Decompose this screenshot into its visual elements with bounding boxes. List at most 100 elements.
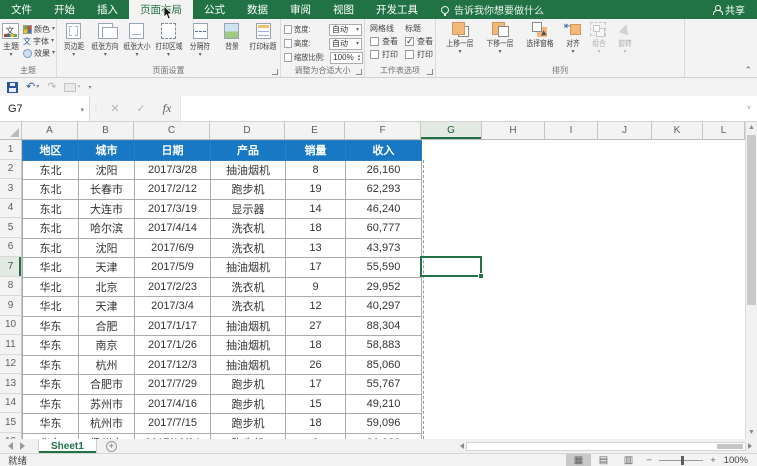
height-field[interactable]: 自动▾ (329, 38, 362, 50)
page-break-view-button[interactable]: ▥ (616, 454, 641, 466)
cell[interactable]: 49,210 (346, 394, 422, 414)
dialog-launcher-icon[interactable] (356, 69, 362, 75)
cell[interactable]: 43,973 (346, 238, 422, 258)
row-header-2[interactable]: 2 (0, 160, 21, 180)
cell[interactable]: 2017/12/3 (135, 355, 211, 375)
enter-formula-button[interactable]: ✓ (128, 96, 154, 121)
sheet-tab-sheet1[interactable]: Sheet1 (38, 439, 97, 453)
scroll-right-icon[interactable] (748, 443, 752, 449)
cell[interactable]: 沈阳 (79, 160, 135, 180)
cell[interactable]: 华北 (23, 297, 79, 317)
cell[interactable]: 洗衣机 (211, 297, 286, 317)
cell[interactable]: 27 (286, 316, 346, 336)
page-layout-view-button[interactable]: ▤ (591, 454, 616, 466)
cell[interactable]: 华东 (23, 316, 79, 336)
cell[interactable]: 8 (286, 160, 346, 180)
cell[interactable]: 40,297 (346, 297, 422, 317)
cell[interactable]: 合肥市 (79, 375, 135, 395)
cell[interactable]: 华东 (23, 394, 79, 414)
cell[interactable]: 2017/7/29 (135, 375, 211, 395)
header-cell[interactable]: 日期 (135, 141, 211, 161)
button-size[interactable]: 纸张大小▾ (121, 19, 153, 65)
ribbon-tab-6[interactable]: 数据 (236, 0, 279, 19)
header-cell[interactable]: 城市 (79, 141, 135, 161)
cell[interactable]: 华东 (23, 355, 79, 375)
ribbon-tab-3[interactable]: 插入 (86, 0, 129, 19)
zoom-in-button[interactable]: + (705, 455, 721, 466)
save-button[interactable] (7, 82, 18, 93)
expand-formula-bar-button[interactable]: ˅ (741, 96, 757, 121)
button-selection-pane[interactable]: 选择窗格 (520, 22, 560, 65)
cell[interactable]: 沈阳 (79, 238, 135, 258)
cell[interactable]: 东北 (23, 199, 79, 219)
column-header-B[interactable]: B (78, 122, 134, 139)
cell[interactable]: 18 (286, 414, 346, 434)
cell[interactable]: 55,767 (346, 375, 422, 395)
ribbon-tab-5[interactable]: 公式 (193, 0, 236, 19)
ribbon-tab-9[interactable]: 开发工具 (365, 0, 429, 19)
cell[interactable]: 华北 (23, 258, 79, 278)
cell[interactable]: 88,304 (346, 316, 422, 336)
collapse-ribbon-button[interactable]: ⌃ (744, 66, 752, 75)
cell[interactable]: 17 (286, 258, 346, 278)
ribbon-tab-8[interactable]: 视图 (322, 0, 365, 19)
cell[interactable]: 洗衣机 (211, 238, 286, 258)
ribbon-tab-7[interactable]: 审阅 (279, 0, 322, 19)
horizontal-scroll-thumb[interactable] (717, 444, 743, 449)
zoom-level[interactable]: 100% (721, 455, 757, 466)
column-header-F[interactable]: F (345, 122, 421, 139)
vertical-scroll-thumb[interactable] (747, 135, 756, 305)
cell[interactable]: 东北 (23, 160, 79, 180)
scale-field[interactable]: 100%▴▾ (330, 52, 363, 64)
formula-input[interactable] (180, 96, 741, 121)
header-cell[interactable]: 地区 (23, 141, 79, 161)
cell[interactable]: 抽油烟机 (211, 258, 286, 278)
row-header-10[interactable]: 10 (0, 316, 21, 336)
cell[interactable]: 华东 (23, 414, 79, 434)
button-background[interactable]: 背景 (216, 19, 248, 65)
cell[interactable]: 苏州市 (79, 394, 135, 414)
custom-qat-button[interactable]: ▾ (64, 82, 80, 93)
row-header-7[interactable]: 7 (0, 257, 21, 277)
zoom-slider[interactable] (659, 460, 703, 461)
customize-qat-button[interactable]: ▾ (88, 84, 91, 91)
cell[interactable]: 2017/4/14 (135, 219, 211, 239)
cell[interactable]: 26,160 (346, 160, 422, 180)
row-header-12[interactable]: 12 (0, 355, 21, 375)
row-header-6[interactable]: 6 (0, 238, 21, 258)
normal-view-button[interactable]: ▦ (566, 454, 591, 466)
cell[interactable]: 12 (286, 297, 346, 317)
cell[interactable]: 17 (286, 375, 346, 395)
cell[interactable]: 2017/7/15 (135, 414, 211, 434)
cell[interactable]: 抽油烟机 (211, 160, 286, 180)
cell[interactable]: 抽油烟机 (211, 316, 286, 336)
row-header-1[interactable]: 1 (0, 140, 21, 160)
name-box[interactable]: G7 ▾ (0, 96, 90, 121)
column-header-L[interactable]: L (703, 122, 745, 139)
cell[interactable]: 2017/4/16 (135, 394, 211, 414)
ribbon-tab-1[interactable]: 文件 (0, 0, 43, 19)
column-header-C[interactable]: C (134, 122, 210, 139)
column-header-I[interactable]: I (545, 122, 598, 139)
button-orientation[interactable]: 纸张方向▾ (90, 19, 122, 65)
button-bring-forward[interactable]: 上移一层▾ (440, 22, 480, 65)
row-header-11[interactable]: 11 (0, 335, 21, 355)
zoom-slider-thumb[interactable] (681, 456, 684, 465)
cancel-formula-button[interactable]: ✕ (102, 96, 128, 121)
button-print-titles[interactable]: 打印标题 (247, 19, 279, 65)
cell[interactable]: 19 (286, 180, 346, 200)
cell[interactable]: 跑步机 (211, 394, 286, 414)
dialog-launcher-icon[interactable] (427, 69, 433, 75)
themes-button[interactable]: 主题 ▾ (0, 19, 22, 65)
row-header-9[interactable]: 9 (0, 296, 21, 316)
cell[interactable]: 洗衣机 (211, 277, 286, 297)
redo-button[interactable]: ↷ (47, 82, 56, 93)
cell[interactable]: 合肥 (79, 316, 135, 336)
cell[interactable]: 华北 (23, 277, 79, 297)
column-header-G[interactable]: G (421, 122, 482, 139)
checkbox-查看[interactable]: 查看 (405, 36, 433, 47)
column-header-K[interactable]: K (652, 122, 703, 139)
horizontal-scroll-track[interactable] (466, 442, 746, 451)
ribbon-tab-2[interactable]: 开始 (43, 0, 86, 19)
row-header-15[interactable]: 15 (0, 413, 21, 433)
